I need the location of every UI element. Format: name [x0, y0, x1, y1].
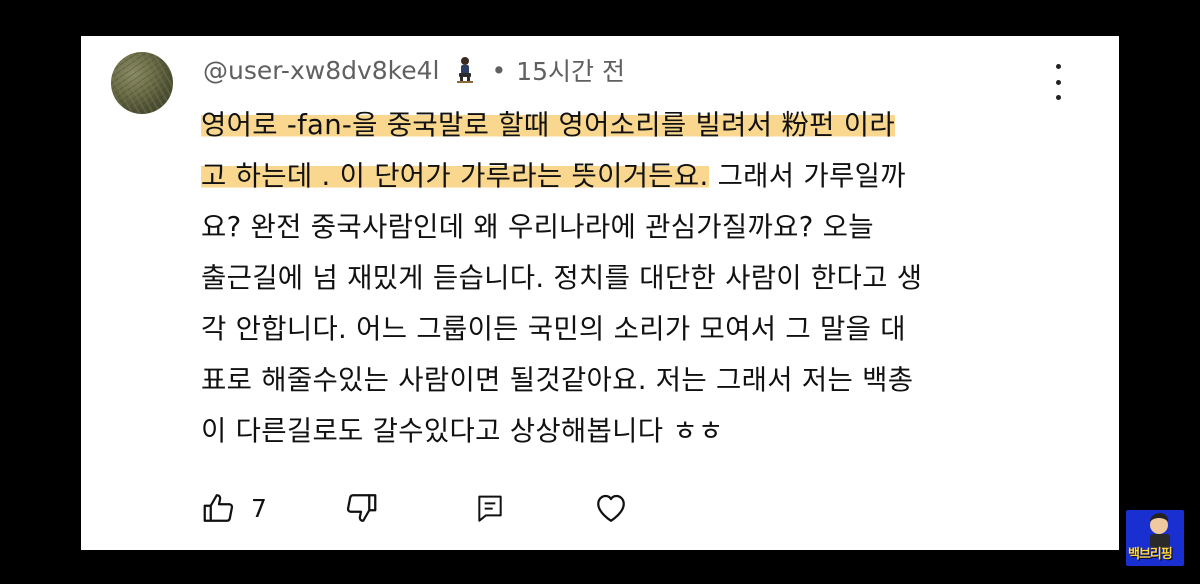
comment-line: 고 하는데 . 이 단어가 가루라는 뜻이거든요. 그래서 가루일까	[201, 151, 1061, 202]
comment-card: @user-xw8dv8ke4l • 15시간 전 영어로 -fan-을 중국말…	[81, 36, 1119, 550]
line-text: 각 안합니다. 어느 그룹이든 국민의 소리가 모여서 그 말을 대	[201, 313, 906, 345]
comment-line: 이 다른길로도 갈수있다고 상상해봅니다 ㅎㅎ	[201, 406, 1061, 457]
person-sitting-icon	[454, 56, 476, 84]
comment-actions: 7	[201, 486, 630, 530]
highlighted-text: 고 하는데 . 이 단어가 가루라는 뜻이거든요.	[201, 160, 709, 192]
comment-line: 표로 해줄수있는 사람이면 될것같아요. 저는 그래서 저는 백총	[201, 355, 1061, 406]
comment-text: 영어로 -fan-을 중국말로 할때 영어소리를 빌려서 粉펀 이라 고 하는데…	[201, 100, 1061, 457]
thumbs-down-icon	[346, 494, 377, 522]
comment-header: @user-xw8dv8ke4l • 15시간 전	[203, 54, 626, 87]
dislike-button[interactable]	[343, 490, 379, 526]
comment-line: 출근길에 넘 재밌게 듣습니다. 정치를 대단한 사람이 한다고 생	[201, 253, 1061, 304]
timestamp: 15시간 전	[516, 57, 626, 86]
thumbs-up-icon	[203, 494, 234, 522]
line-text: 표로 해줄수있는 사람이면 될것같아요. 저는 그래서 저는 백총	[201, 364, 914, 396]
comment-line: 요? 완전 중국사람인데 왜 우리나라에 관심가질까요? 오늘	[201, 202, 1061, 253]
reply-icon	[478, 495, 502, 522]
line-text: 요? 완전 중국사람인데 왜 우리나라에 관심가질까요? 오늘	[201, 211, 874, 243]
highlighted-text: 영어로 -fan-을 중국말로 할때 영어소리를 빌려서 粉펀 이라	[201, 109, 895, 141]
reply-button[interactable]	[474, 492, 506, 524]
line-text: 출근길에 넘 재밌게 듣습니다. 정치를 대단한 사람이 한다고 생	[201, 262, 923, 294]
username[interactable]: @user-xw8dv8ke4l	[203, 56, 440, 85]
avatar[interactable]	[111, 52, 173, 114]
line-text: 그래서 가루일까	[708, 160, 906, 192]
heart-button[interactable]	[592, 490, 630, 526]
like-count: 7	[251, 493, 267, 523]
logo-text: 백브리핑	[1128, 547, 1173, 562]
comment-line: 각 안합니다. 어느 그룹이든 국민의 소리가 모여서 그 말을 대	[201, 304, 1061, 355]
channel-logo: 백브리핑	[1126, 510, 1184, 566]
comment-line: 영어로 -fan-을 중국말로 할때 영어소리를 빌려서 粉펀 이라	[201, 100, 1061, 151]
heart-icon	[597, 494, 625, 522]
like-button[interactable]: 7	[201, 490, 267, 526]
separator-dot: •	[491, 55, 507, 85]
more-vert-icon[interactable]	[1049, 64, 1067, 100]
line-text: 이 다른길로도 갈수있다고 상상해봅니다 ㅎㅎ	[201, 415, 724, 447]
